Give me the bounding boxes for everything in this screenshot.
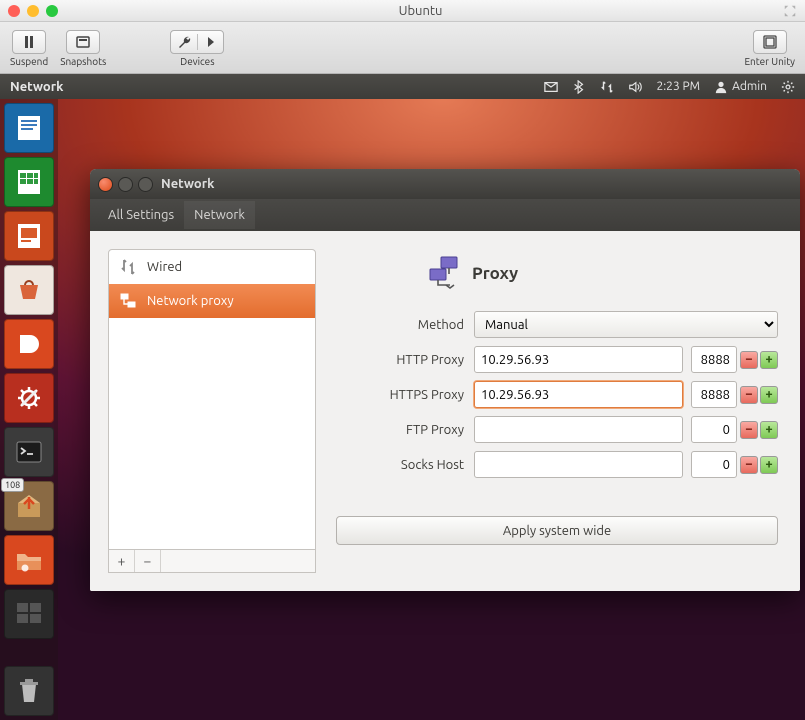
socks-host-label: Socks Host <box>336 458 464 472</box>
breadcrumb-all-settings[interactable]: All Settings <box>98 201 184 229</box>
method-row: Method Manual <box>336 311 778 338</box>
close-icon[interactable] <box>8 5 20 17</box>
snapshots-tool[interactable]: Snapshots <box>60 30 106 67</box>
proxy-icon <box>119 292 137 310</box>
snapshots-label: Snapshots <box>60 56 106 67</box>
enter-unity-label: Enter Unity <box>744 56 795 67</box>
apply-system-wide-button[interactable]: Apply system wide <box>336 516 778 545</box>
sidebar-item-wired[interactable]: Wired <box>109 250 315 284</box>
method-label: Method <box>336 318 464 332</box>
devices-tool[interactable]: Devices <box>170 30 224 67</box>
mac-titlebar: Ubuntu <box>0 0 805 22</box>
launcher-updates[interactable]: 108 <box>4 481 54 531</box>
ftp-proxy-port-input[interactable] <box>691 416 737 443</box>
http-port-increment-button[interactable]: + <box>760 351 778 369</box>
sound-icon[interactable] <box>628 80 642 94</box>
window-minimize-icon[interactable] <box>118 177 133 192</box>
add-connection-button[interactable]: + <box>109 550 135 572</box>
breadcrumb: All Settings Network <box>90 199 800 231</box>
suspend-label: Suspend <box>10 56 48 67</box>
socks-host-row: Socks Host − + <box>336 451 778 478</box>
proxy-header: Proxy <box>336 255 778 291</box>
launcher-software-center[interactable] <box>4 265 54 315</box>
ftp-proxy-host-input[interactable] <box>474 416 683 443</box>
network-window: Network All Settings Network Wired Netwo… <box>90 169 800 591</box>
http-proxy-host-input[interactable] <box>474 346 683 373</box>
bluetooth-icon[interactable] <box>572 80 586 94</box>
launcher-writer[interactable] <box>4 103 54 153</box>
connection-list: Wired Network proxy <box>108 249 316 550</box>
ftp-port-decrement-button[interactable]: − <box>740 421 758 439</box>
ubuntu-panel: Network 2:23 PM Admin <box>0 74 805 99</box>
launcher-trash[interactable] <box>4 666 54 716</box>
window-titlebar[interactable]: Network <box>90 169 800 199</box>
launcher-workspaces[interactable] <box>4 589 54 639</box>
socks-port-decrement-button[interactable]: − <box>740 456 758 474</box>
launcher-impress[interactable] <box>4 211 54 261</box>
launcher-ubuntu-one[interactable] <box>4 319 54 369</box>
https-proxy-label: HTTPS Proxy <box>336 388 464 402</box>
expand-icon[interactable] <box>783 4 797 18</box>
indicator-area: 2:23 PM Admin <box>544 80 795 94</box>
https-proxy-port-input[interactable] <box>691 381 737 408</box>
proxy-heading: Proxy <box>472 264 518 283</box>
http-proxy-label: HTTP Proxy <box>336 353 464 367</box>
launcher-calc[interactable] <box>4 157 54 207</box>
window-maximize-icon[interactable] <box>138 177 153 192</box>
socks-host-input[interactable] <box>474 451 683 478</box>
socks-port-input[interactable] <box>691 451 737 478</box>
clock[interactable]: 2:23 PM <box>656 80 700 93</box>
list-buttons: + − <box>108 550 316 573</box>
vm-toolbar: Suspend Snapshots Devices Enter Unity <box>0 22 805 74</box>
https-proxy-row: HTTPS Proxy − + <box>336 381 778 408</box>
suspend-tool[interactable]: Suspend <box>10 30 48 67</box>
launcher-settings[interactable] <box>4 373 54 423</box>
sidebar-item-proxy[interactable]: Network proxy <box>109 284 315 318</box>
user-label: Admin <box>732 80 767 93</box>
user-icon <box>714 80 728 94</box>
enter-unity-tool[interactable]: Enter Unity <box>744 30 795 67</box>
window-close-icon[interactable] <box>98 177 113 192</box>
breadcrumb-network[interactable]: Network <box>184 201 255 229</box>
window-body: Wired Network proxy + − <box>90 231 800 591</box>
sidebar-item-label: Network proxy <box>147 294 234 308</box>
panel-app-title: Network <box>10 80 544 94</box>
window-title: Network <box>161 177 214 191</box>
http-proxy-port-input[interactable] <box>691 346 737 373</box>
remove-connection-button[interactable]: − <box>135 550 161 572</box>
ftp-port-increment-button[interactable]: + <box>760 421 778 439</box>
http-proxy-row: HTTP Proxy − + <box>336 346 778 373</box>
ftp-proxy-row: FTP Proxy − + <box>336 416 778 443</box>
gear-icon[interactable] <box>781 80 795 94</box>
wrench-icon <box>171 34 198 50</box>
detail-pane: Proxy Method Manual HTTP Proxy − <box>336 249 782 573</box>
ftp-proxy-label: FTP Proxy <box>336 423 464 437</box>
socks-port-increment-button[interactable]: + <box>760 456 778 474</box>
https-port-decrement-button[interactable]: − <box>740 386 758 404</box>
method-select[interactable]: Manual <box>474 311 778 338</box>
network-icon[interactable] <box>600 80 614 94</box>
mail-icon[interactable] <box>544 80 558 94</box>
update-badge: 108 <box>1 478 24 492</box>
desktop: 108 Network All Settings Network <box>0 99 805 720</box>
proxy-header-icon <box>426 255 462 291</box>
https-proxy-host-input[interactable] <box>474 381 683 408</box>
sidebar-item-label: Wired <box>147 260 182 274</box>
vm-title: Ubuntu <box>58 4 783 18</box>
user-menu[interactable]: Admin <box>714 80 767 94</box>
updown-icon <box>119 258 137 276</box>
traffic-lights <box>8 5 58 17</box>
http-port-decrement-button[interactable]: − <box>740 351 758 369</box>
launcher-terminal[interactable] <box>4 427 54 477</box>
minimize-icon[interactable] <box>27 5 39 17</box>
launcher-files[interactable] <box>4 535 54 585</box>
sidebar: Wired Network proxy + − <box>108 249 316 573</box>
chevron-right-icon <box>198 34 224 50</box>
launcher: 108 <box>0 99 58 720</box>
https-port-increment-button[interactable]: + <box>760 386 778 404</box>
maximize-icon[interactable] <box>46 5 58 17</box>
devices-label: Devices <box>180 56 214 67</box>
